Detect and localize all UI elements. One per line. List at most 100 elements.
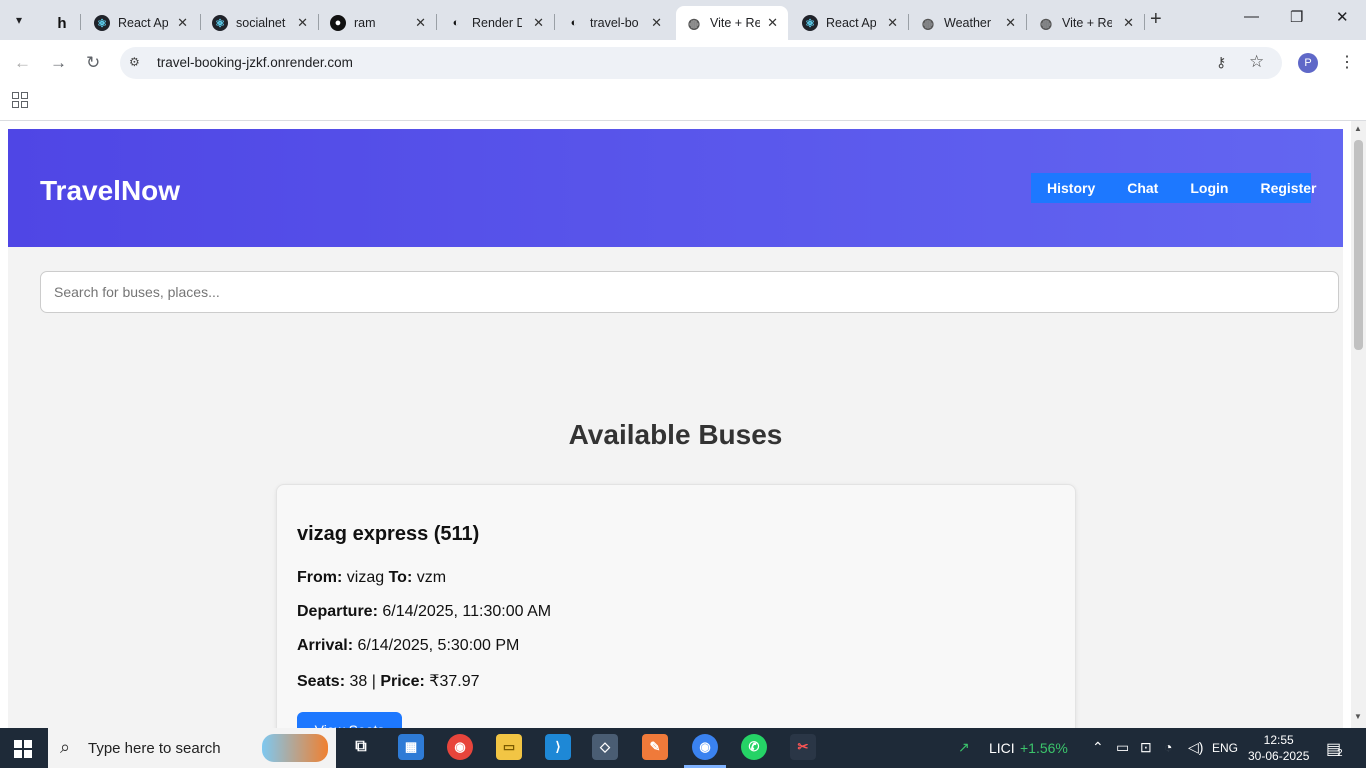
battery-icon[interactable]: ▭: [1116, 739, 1129, 756]
tab-vite-react-2[interactable]: ◍ Vite + Re ✕: [1028, 6, 1144, 40]
search-input[interactable]: [40, 271, 1339, 313]
app-header: TravelNow History Chat Login Register: [8, 129, 1343, 247]
close-icon[interactable]: ✕: [887, 15, 898, 31]
view-seats-button[interactable]: View Seats: [297, 712, 402, 728]
tab-github-ram[interactable]: ● ram ✕: [320, 6, 436, 40]
tab-label: socialnet: [236, 16, 286, 30]
tab-vite-react-active[interactable]: ◍ Vite + Re ✕: [676, 6, 788, 40]
close-icon[interactable]: ✕: [1123, 15, 1134, 31]
forward-arrow-icon[interactable]: →: [50, 53, 67, 73]
scrollbar-thumb[interactable]: [1354, 140, 1363, 350]
minimize-icon[interactable]: —: [1244, 8, 1259, 25]
render-icon: ◐: [452, 17, 460, 29]
tab-divider: [1144, 14, 1145, 30]
tab-react-app-2[interactable]: ⚛ React Ap ✕: [792, 6, 908, 40]
virtualbox-icon[interactable]: ◇: [592, 734, 618, 760]
tab-divider: [80, 14, 81, 30]
page-title: Available Buses: [568, 419, 783, 450]
from-value: vizag: [346, 569, 385, 586]
clock-time: 12:55: [1263, 733, 1294, 747]
close-icon[interactable]: ✕: [1005, 15, 1016, 31]
tab-divider: [436, 14, 437, 30]
microsoft-store-icon[interactable]: ▦: [398, 734, 424, 760]
bookmark-star-icon[interactable]: ☆: [1249, 52, 1264, 72]
price-label: Price:: [380, 673, 425, 690]
tab-react-app[interactable]: ⚛ React App ✕: [84, 6, 198, 40]
search-icon: ⌕: [60, 737, 71, 757]
system-clock[interactable]: 12:55 30-06-2025: [1248, 732, 1309, 764]
chrome-icon[interactable]: ◉: [447, 734, 473, 760]
react-icon: ⚛: [94, 15, 110, 31]
tab-label: Render D: [472, 16, 522, 30]
departure-value: 6/14/2025, 11:30:00 AM: [382, 603, 552, 620]
close-icon[interactable]: ✕: [767, 15, 778, 31]
seats-price-line: Seats: 38 | Price: ₹37.97: [297, 671, 479, 691]
reload-icon[interactable]: ↻: [86, 53, 100, 73]
bus-card: vizag express (511) From: vizag To: vzm …: [276, 484, 1076, 728]
tab-render-dashboard[interactable]: ◐ Render D ✕: [438, 6, 554, 40]
departure-label: Departure:: [297, 603, 378, 620]
route-line: From: vizag To: vzm: [297, 569, 446, 587]
vscode-icon[interactable]: ⟩: [545, 734, 571, 760]
tab-weather[interactable]: ◍ Weather ✕: [910, 6, 1026, 40]
departure-line: Departure: 6/14/2025, 11:30:00 AM: [297, 603, 551, 621]
search-highlight-icon[interactable]: [262, 734, 328, 762]
file-explorer-icon[interactable]: ▭: [496, 734, 522, 760]
nav-chat-link[interactable]: Chat: [1111, 180, 1174, 196]
more-menu-icon[interactable]: ⋮: [1339, 52, 1355, 72]
display-icon[interactable]: ⊡: [1140, 739, 1152, 756]
wifi-icon[interactable]: ◔: [1164, 739, 1172, 755]
windows-start-icon[interactable]: [14, 740, 32, 758]
close-icon[interactable]: ✕: [533, 15, 544, 31]
app-root: TravelNow History Chat Login Register Av…: [8, 129, 1343, 728]
tab-divider: [200, 14, 201, 30]
site-info-icon[interactable]: ⚙: [129, 55, 140, 69]
key-icon[interactable]: ⚷: [1216, 54, 1226, 71]
close-icon[interactable]: ✕: [177, 15, 188, 31]
github-icon: ●: [330, 15, 346, 31]
nav-history-link[interactable]: History: [1031, 180, 1111, 196]
tab-label: React App: [118, 16, 168, 30]
language-indicator[interactable]: ENG: [1212, 741, 1238, 755]
stock-name[interactable]: LICI: [989, 740, 1015, 756]
profile-avatar[interactable]: P: [1298, 53, 1318, 73]
snipping-tool-icon[interactable]: ✂: [790, 734, 816, 760]
tab-hashnode[interactable]: h: [44, 6, 84, 40]
close-icon[interactable]: ✕: [651, 15, 662, 31]
scroll-up-arrow-icon[interactable]: ▲: [1354, 124, 1362, 133]
to-value: vzm: [416, 569, 447, 586]
taskbar-search-text[interactable]: Type here to search: [88, 740, 221, 757]
to-label: To:: [388, 569, 413, 586]
back-arrow-icon[interactable]: ←: [14, 53, 31, 73]
brand-logo-text[interactable]: TravelNow: [40, 175, 180, 207]
tab-travel-booking[interactable]: ◐ travel-bo ✕: [556, 6, 672, 40]
stock-change[interactable]: +1.56%: [1020, 740, 1068, 756]
bus-name: vizag express (511): [297, 523, 480, 545]
globe-icon: ◍: [1039, 14, 1053, 31]
notification-count: 2: [1337, 748, 1343, 759]
apps-grid-icon[interactable]: [12, 92, 28, 108]
nav-register-link[interactable]: Register: [1244, 180, 1332, 196]
globe-icon: ◍: [687, 14, 701, 31]
tab-search-chevron-icon[interactable]: ▾: [6, 7, 32, 33]
arrival-label: Arrival:: [297, 637, 354, 654]
new-tab-plus-icon[interactable]: +: [1150, 8, 1162, 31]
url-text[interactable]: travel-booking-jzkf.onrender.com: [157, 55, 353, 70]
volume-icon[interactable]: ◁): [1188, 739, 1203, 756]
close-icon[interactable]: ✕: [415, 15, 426, 31]
scroll-down-arrow-icon[interactable]: ▼: [1354, 712, 1362, 721]
globe-icon: ◍: [921, 14, 935, 31]
window-close-icon[interactable]: ✕: [1336, 8, 1349, 26]
stock-trend-icon: ↗: [958, 739, 970, 755]
chevron-up-icon[interactable]: ⌃: [1092, 739, 1104, 756]
restore-icon[interactable]: ❐: [1290, 8, 1303, 26]
tab-label: ram: [354, 16, 376, 30]
close-icon[interactable]: ✕: [297, 15, 308, 31]
whatsapp-icon[interactable]: ✆: [741, 734, 767, 760]
tab-socialnet[interactable]: ⚛ socialnet ✕: [202, 6, 318, 40]
tab-divider: [1026, 14, 1027, 30]
chrome-profile-icon[interactable]: ◉: [692, 734, 718, 760]
sublime-app-icon[interactable]: ✎: [642, 734, 668, 760]
task-view-icon[interactable]: ⧉: [348, 734, 374, 760]
nav-login-link[interactable]: Login: [1174, 180, 1244, 196]
